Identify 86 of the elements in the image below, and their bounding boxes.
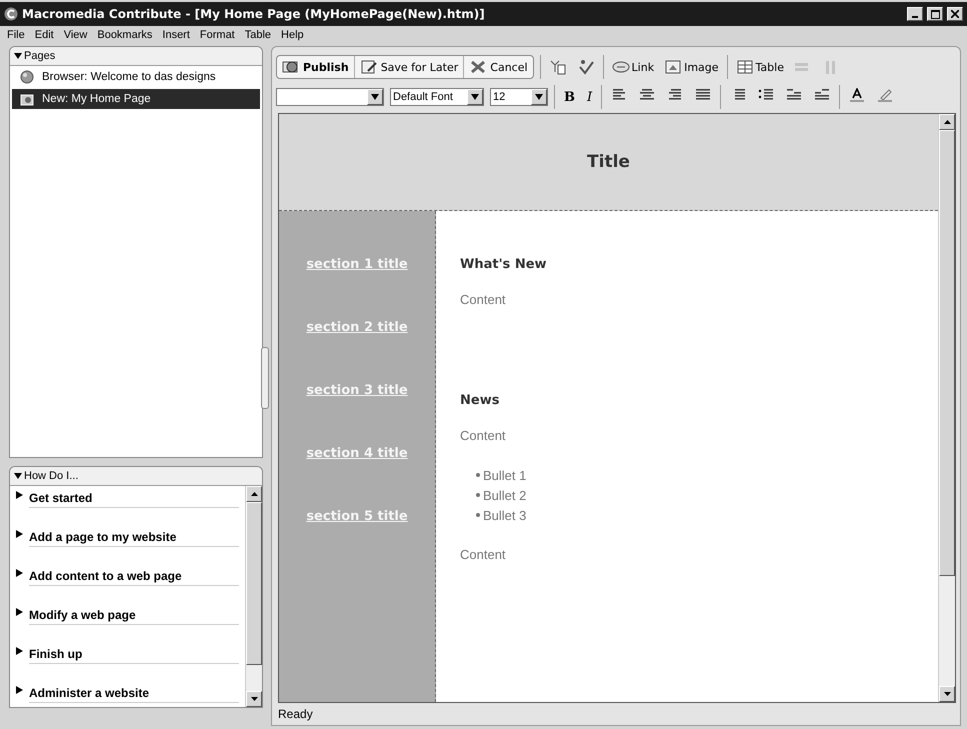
cancel-icon <box>469 59 488 75</box>
maximize-icon <box>930 10 940 18</box>
indent-icon <box>814 88 830 102</box>
menu-item[interactable]: File <box>2 28 30 40</box>
help-topic-link[interactable]: Get started <box>29 491 239 508</box>
link-button[interactable]: Link <box>610 57 656 77</box>
menu-item[interactable]: Format <box>194 28 240 40</box>
expand-icon <box>16 686 23 694</box>
splitter-handle[interactable] <box>261 347 269 409</box>
align-left-icon <box>611 88 628 102</box>
menu-item[interactable]: Help <box>276 28 309 40</box>
window-title: Macromedia Contribute - [My Home Page (MyHomePage(New).htm)] <box>22 7 486 21</box>
menu-item[interactable]: Table <box>240 28 276 40</box>
image-icon <box>664 59 682 75</box>
image-button[interactable]: Image <box>662 57 721 77</box>
scroll-down-icon <box>250 697 258 701</box>
menu-item[interactable]: Bookmarks <box>92 28 158 40</box>
menu-item[interactable]: Edit <box>30 28 59 40</box>
content-text: Content <box>460 292 507 307</box>
help-topic-link[interactable]: Add a page to my website <box>29 530 239 547</box>
status-text: Ready <box>278 707 313 721</box>
expand-icon <box>16 530 23 538</box>
save-icon <box>360 59 378 75</box>
link-icon <box>612 59 630 75</box>
highlight-icon <box>877 88 894 102</box>
globe-icon <box>20 70 34 84</box>
bullet-dot <box>476 473 480 477</box>
outdent-icon <box>786 88 802 102</box>
justify-icon <box>695 88 712 102</box>
close-icon <box>951 10 959 18</box>
collapse-icon <box>14 53 22 59</box>
content-text: Content <box>460 428 507 443</box>
table-icon <box>736 59 754 75</box>
expand-icon <box>16 491 23 499</box>
expand-icon <box>16 647 23 655</box>
bold-button[interactable]: B <box>561 90 578 104</box>
spell-check-icon <box>576 59 595 75</box>
section-heading: News <box>460 393 500 408</box>
help-topic-link[interactable]: Modify a web page <box>29 608 239 625</box>
dropdown-arrow-icon <box>371 94 379 100</box>
help-topic-link[interactable]: Add content to a web page <box>29 569 239 586</box>
scroll-up-icon <box>944 120 950 124</box>
publish-icon <box>282 59 300 75</box>
app-logo-icon <box>4 7 18 21</box>
publish-button[interactable]: Publish <box>277 56 355 78</box>
scrollbar[interactable] <box>938 114 955 702</box>
bullet-text: Bullet 3 <box>483 508 526 522</box>
size-dropdown[interactable]: 12 <box>490 88 548 106</box>
bullet-text: Bullet 2 <box>483 488 526 502</box>
panel-title[interactable]: Pages <box>24 50 56 62</box>
menu-item[interactable]: Insert <box>157 28 195 40</box>
bullet-list-icon <box>758 88 774 102</box>
style-dropdown[interactable] <box>276 88 384 106</box>
expand-icon <box>16 569 23 577</box>
scroll-down-icon <box>944 692 950 696</box>
menu-item[interactable]: View <box>58 28 92 40</box>
align-center-icon <box>639 88 656 102</box>
table-button[interactable]: Table <box>734 57 786 77</box>
save-button[interactable]: Save for Later <box>354 56 464 78</box>
content-text: Content <box>460 547 507 562</box>
collapse-icon <box>14 473 22 479</box>
text-color-icon <box>849 88 866 102</box>
align-right-icon <box>667 88 684 102</box>
expand-icon <box>16 608 23 616</box>
dropdown-arrow-icon <box>471 94 479 100</box>
page-item[interactable]: New: My Home Page <box>12 89 260 109</box>
minimize-button[interactable] <box>907 7 923 21</box>
scrollbar[interactable] <box>245 486 262 707</box>
bullet-text: Bullet 1 <box>483 468 526 482</box>
page-item[interactable]: Browser: Welcome to das designs <box>12 67 260 87</box>
dropdown-arrow-icon <box>535 94 543 100</box>
bullet-dot <box>476 493 480 497</box>
maximize-button[interactable] <box>927 7 943 21</box>
italic-button[interactable]: I <box>584 90 596 104</box>
help-topic-link[interactable]: Finish up <box>29 647 239 664</box>
panel-title[interactable]: How Do I... <box>24 470 78 482</box>
font-dropdown[interactable]: Default Font <box>390 88 484 106</box>
close-button[interactable] <box>947 7 963 21</box>
scroll-up-icon <box>250 492 258 496</box>
bullet-dot <box>476 513 480 517</box>
cancel-button[interactable]: Cancel <box>464 56 533 78</box>
page-properties-icon <box>548 59 567 75</box>
section-heading: What's New <box>460 257 547 272</box>
page-title: Title <box>587 152 630 172</box>
new-page-icon <box>20 92 34 106</box>
help-topic-link[interactable]: Administer a website <box>29 686 239 703</box>
